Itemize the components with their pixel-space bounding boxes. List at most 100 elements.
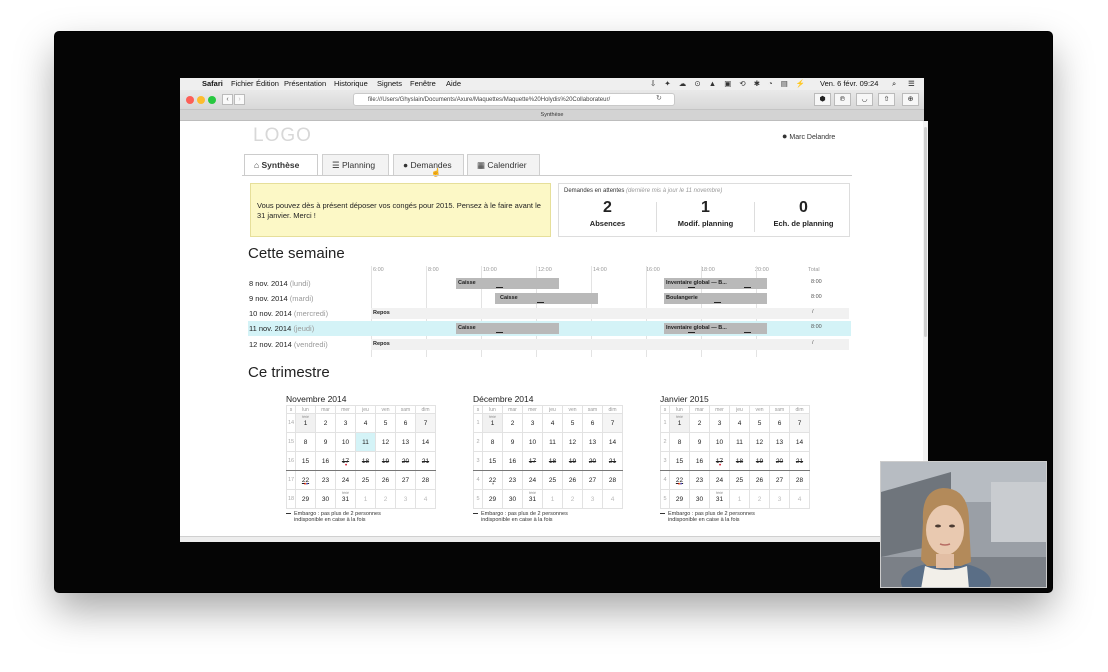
calendar-day[interactable]: 15 xyxy=(482,451,503,471)
calendar-day[interactable]: 22 • xyxy=(482,470,503,490)
calendar-day[interactable]: férié 31 xyxy=(335,489,356,509)
calendar-day[interactable]: 25 xyxy=(542,470,563,490)
calendar-day[interactable]: 5 xyxy=(375,413,396,433)
calendar-day[interactable]: 27 xyxy=(395,470,416,490)
calendar-day[interactable]: 22 ••• xyxy=(669,470,690,490)
calendar-day[interactable]: 2 xyxy=(749,489,770,509)
calendar-day[interactable]: 7 xyxy=(415,413,436,433)
share-icon[interactable]: ⇧ xyxy=(878,93,895,106)
calendar-day[interactable]: 26 xyxy=(562,470,583,490)
zoom-window-icon[interactable] xyxy=(208,96,216,104)
calendar-day[interactable]: 1 xyxy=(542,489,563,509)
tab-planning[interactable]: ☰ Planning xyxy=(322,154,389,175)
horizontal-scrollbar[interactable] xyxy=(180,536,880,542)
calendar-day[interactable]: 28 xyxy=(602,470,623,490)
forward-button[interactable]: › xyxy=(234,94,245,105)
calendar-day[interactable]: 2 xyxy=(502,413,523,433)
calendar-day[interactable]: 1 xyxy=(729,489,750,509)
calendar-day[interactable]: 14 xyxy=(602,432,623,452)
calendar-day[interactable]: 4 xyxy=(789,489,810,509)
calendar-day[interactable]: 9 xyxy=(502,432,523,452)
calendar-day[interactable]: 9 xyxy=(689,432,710,452)
calendar-day[interactable]: 29 xyxy=(295,489,316,509)
calendar-day[interactable]: 7 xyxy=(789,413,810,433)
calendar-day[interactable]: 7 xyxy=(602,413,623,433)
calendar-day[interactable]: 8 xyxy=(295,432,316,452)
calendar-day[interactable]: 10 xyxy=(522,432,543,452)
calendar-day[interactable]: 12 xyxy=(375,432,396,452)
calendar-day-blocked[interactable]: 18 xyxy=(355,451,376,471)
calendar-day[interactable]: 22 ••• xyxy=(295,470,316,490)
scrollbar-thumb[interactable] xyxy=(924,127,927,337)
calendar-day[interactable]: 27 xyxy=(769,470,790,490)
calendar-day[interactable]: 3 xyxy=(582,489,603,509)
calendar-day[interactable]: 24 xyxy=(709,470,730,490)
calendar-day[interactable]: 30 xyxy=(689,489,710,509)
calendar-day[interactable]: 1 xyxy=(355,489,376,509)
calendar-day-blocked[interactable]: 20 xyxy=(769,451,790,471)
calendar-day[interactable]: 14 xyxy=(789,432,810,452)
calendar-day[interactable]: 23 xyxy=(315,470,336,490)
stat-absences[interactable]: 2 Absences xyxy=(559,197,656,229)
calendar-day[interactable]: 8 xyxy=(482,432,503,452)
calendar-day[interactable]: 23 xyxy=(689,470,710,490)
calendar-day[interactable]: 4 xyxy=(542,413,563,433)
shift-bar[interactable]: Caisse xyxy=(456,323,559,334)
calendar-day[interactable]: férié 1 xyxy=(669,413,690,433)
menu-fenetre[interactable]: Fenêtre xyxy=(410,78,436,90)
calendar-day[interactable]: 13 xyxy=(769,432,790,452)
calendar-day[interactable]: férié 1 xyxy=(295,413,316,433)
calendar-day-blocked[interactable]: 21 xyxy=(602,451,623,471)
calendar-day[interactable]: 4 xyxy=(729,413,750,433)
shift-bar[interactable]: Caisse xyxy=(456,278,559,289)
calendar-day[interactable]: férié 31 xyxy=(709,489,730,509)
calendar-day[interactable]: 13 xyxy=(395,432,416,452)
calendar-day[interactable]: 16 xyxy=(315,451,336,471)
calendar-day[interactable]: 26 xyxy=(375,470,396,490)
menubar-clock[interactable]: Ven. 6 févr. 09:24 xyxy=(820,78,878,90)
calendar-day[interactable]: 28 xyxy=(415,470,436,490)
calendar-day[interactable]: 4 xyxy=(415,489,436,509)
calendar-day[interactable]: 12 xyxy=(562,432,583,452)
schedule-row[interactable]: 10 nov. 2014 (mercredi) Repos / xyxy=(248,306,851,321)
shift-bar[interactable]: Inventaire global — B... xyxy=(664,323,767,334)
close-window-icon[interactable] xyxy=(186,96,194,104)
schedule-row[interactable]: 12 nov. 2014 (vendredi) Repos / xyxy=(248,337,851,352)
address-bar[interactable]: file:///Users/Ghyslain/Documents/Axure/M… xyxy=(353,93,675,106)
calendar-day-blocked[interactable]: 17 xyxy=(522,451,543,471)
shift-bar[interactable]: Inventaire global — B... xyxy=(664,278,767,289)
minimize-window-icon[interactable] xyxy=(197,96,205,104)
pocket-icon[interactable]: ◡ xyxy=(856,93,873,106)
calendar-day[interactable]: 29 xyxy=(482,489,503,509)
calendar-day-blocked[interactable]: 21 xyxy=(789,451,810,471)
calendar-day[interactable]: 3 xyxy=(395,489,416,509)
schedule-row-today[interactable]: 11 nov. 2014 (jeudi) Caisse Inventaire g… xyxy=(248,321,851,336)
calendar-day-blocked[interactable]: 18 xyxy=(729,451,750,471)
calendar-day[interactable]: 6 xyxy=(395,413,416,433)
calendar-day-blocked[interactable]: 21 xyxy=(415,451,436,471)
calendar-day[interactable]: 2 xyxy=(375,489,396,509)
shift-bar[interactable]: Boulangerie xyxy=(664,293,767,304)
calendar-day-blocked[interactable]: 20 xyxy=(395,451,416,471)
stat-modif-planning[interactable]: 1 Modif. planning xyxy=(657,197,754,229)
calendar-day[interactable]: 24 xyxy=(522,470,543,490)
calendar-day[interactable]: 25 xyxy=(355,470,376,490)
tab-calendrier[interactable]: ▦ Calendrier xyxy=(467,154,540,175)
calendar-day[interactable]: 5 xyxy=(749,413,770,433)
menu-presentation[interactable]: Présentation xyxy=(284,78,326,90)
menu-aide[interactable]: Aide xyxy=(446,78,461,90)
calendar-day[interactable]: 10 xyxy=(335,432,356,452)
calendar-day[interactable]: 30 xyxy=(502,489,523,509)
calendar-day[interactable]: 28 xyxy=(789,470,810,490)
reload-icon[interactable]: ↻ xyxy=(656,94,662,102)
calendar-day[interactable]: 2 xyxy=(689,413,710,433)
menu-edition[interactable]: Édition xyxy=(256,78,279,90)
calendar-day[interactable]: 3 xyxy=(769,489,790,509)
menu-signets[interactable]: Signets xyxy=(377,78,402,90)
status-icons[interactable]: ⇩ ✦ ☁ ⊙ ▲ ▣ ⟲ ✱ ◔ ▤ ⚡ xyxy=(650,78,808,90)
downloads-icon[interactable]: ⊕ xyxy=(902,93,919,106)
calendar-day[interactable]: férié 1 xyxy=(482,413,503,433)
schedule-row[interactable]: 9 nov. 2014 (mardi) Caisse Boulangerie 8… xyxy=(248,291,851,306)
calendar-day-blocked[interactable]: 18 xyxy=(542,451,563,471)
back-button[interactable]: ‹ xyxy=(222,94,233,105)
